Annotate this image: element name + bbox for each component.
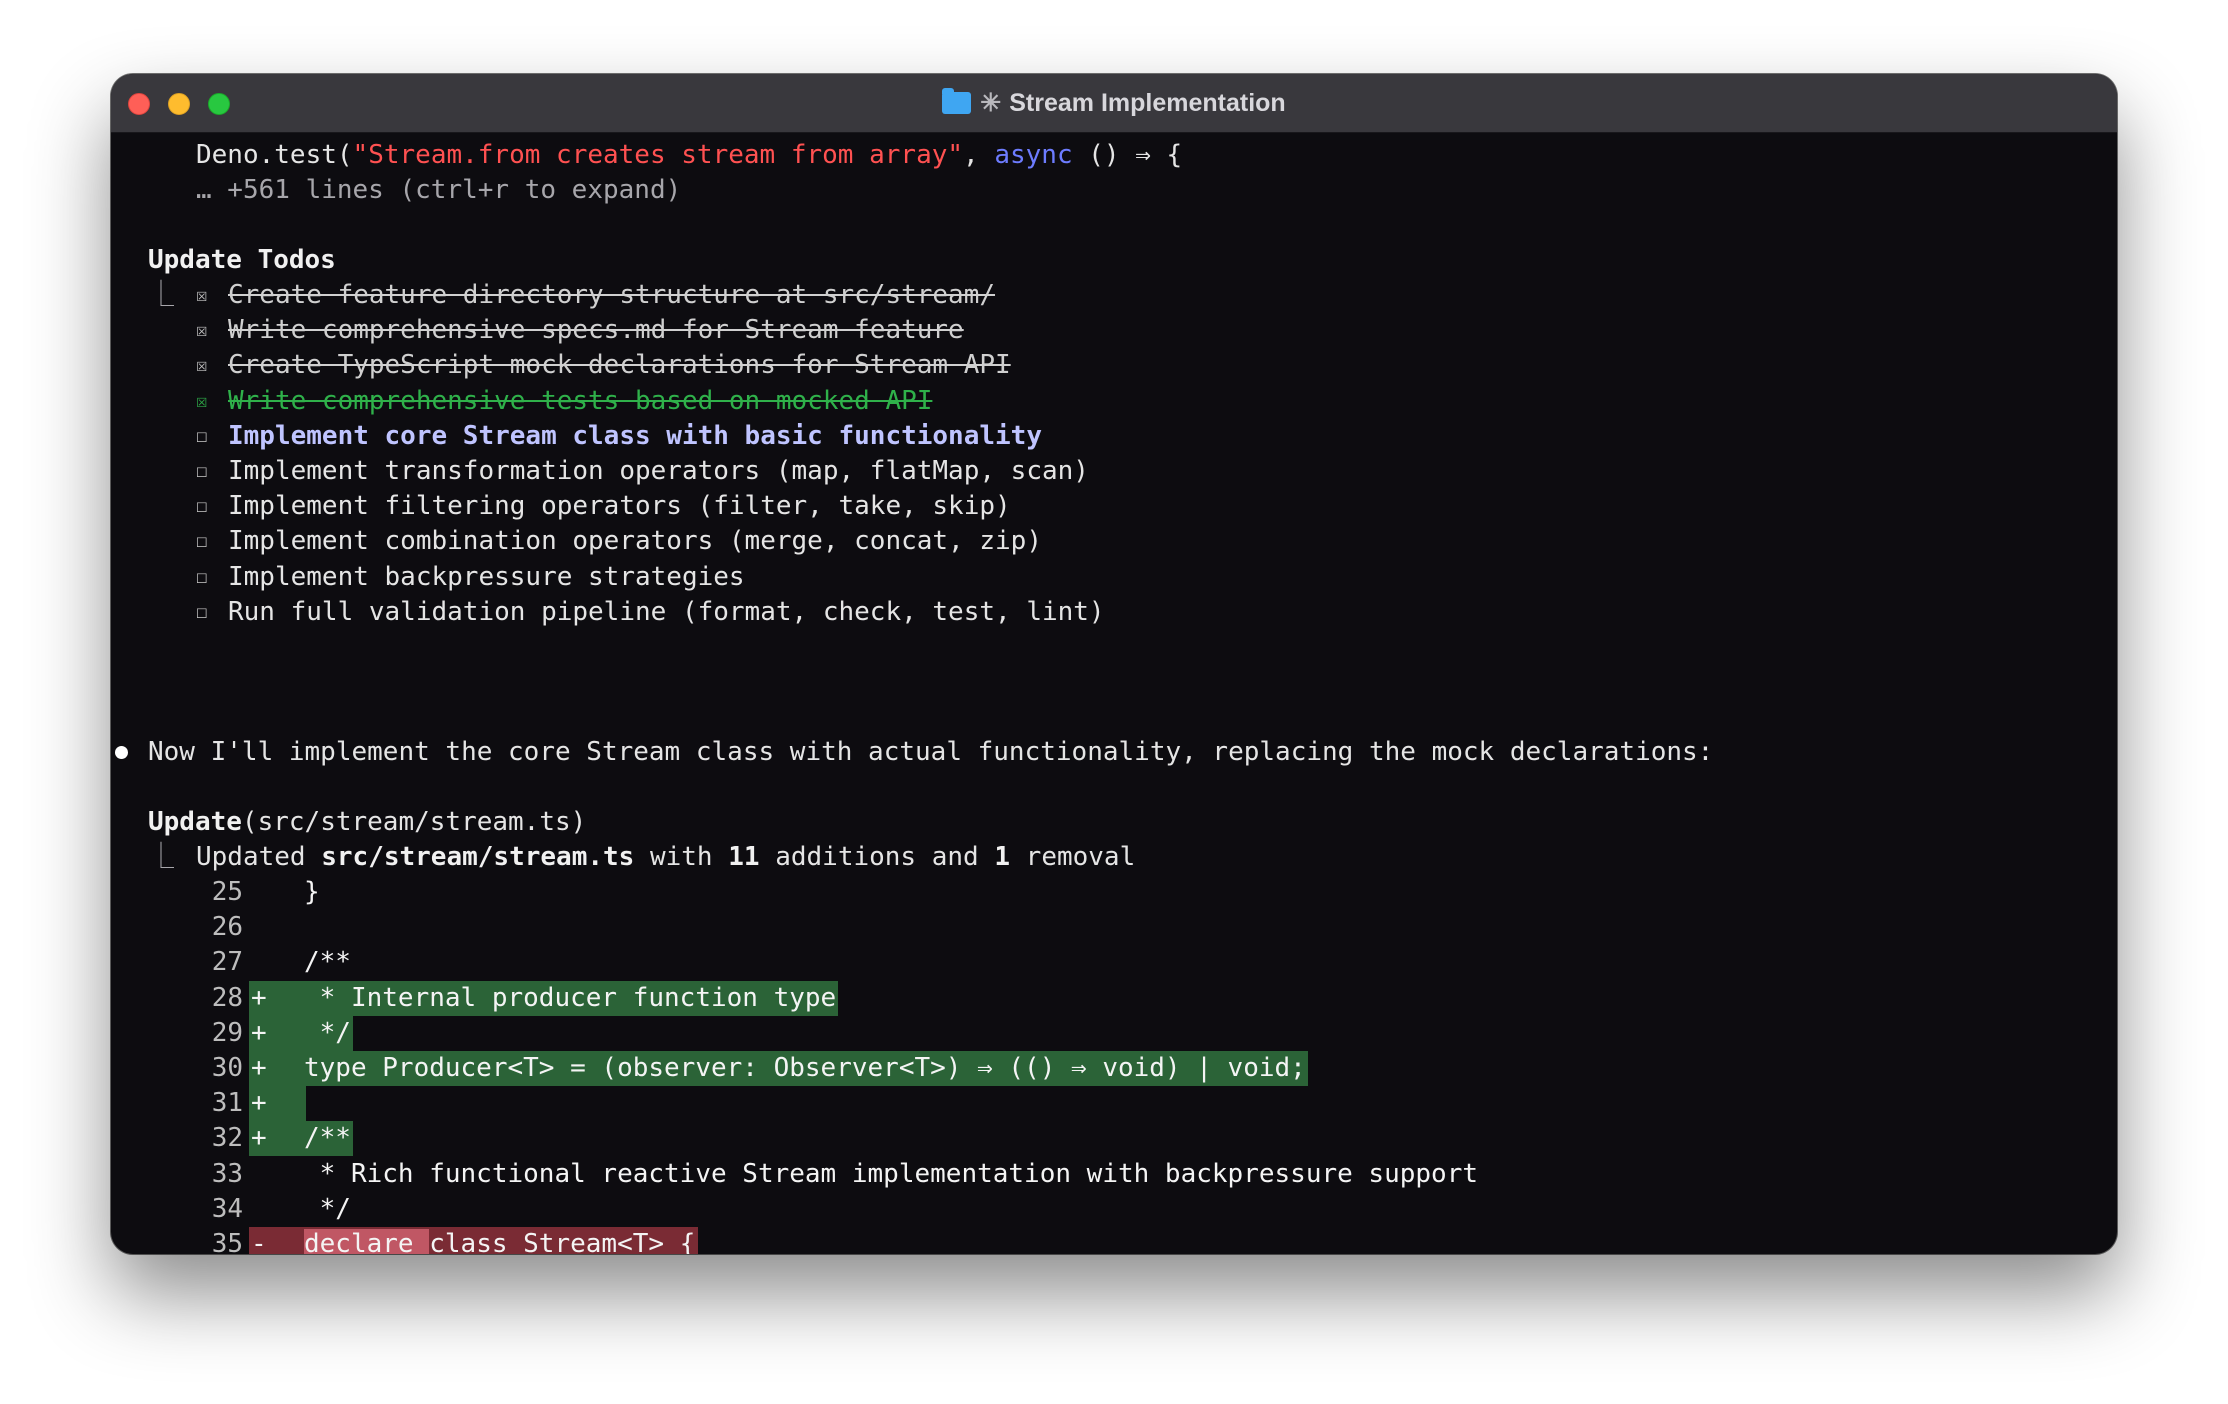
todo-checkbox-icon: ☐: [196, 530, 208, 552]
diff-add-sign: +: [251, 1018, 267, 1048]
code-fn: Deno.test(: [196, 140, 353, 170]
todo-item-label: Run full validation pipeline (format, ch…: [228, 597, 1105, 627]
todo-checkbox-icon: ☐: [196, 495, 208, 517]
diff-code-text: * Rich functional reactive Stream implem…: [304, 1157, 1478, 1192]
removals-count: 1: [994, 842, 1011, 872]
tree-connector-icon: ⎿: [148, 280, 175, 310]
diff-line-number: 33: [211, 1159, 243, 1189]
todo-checkbox-icon: ☒: [196, 284, 208, 306]
diff-line-number: 28: [211, 983, 243, 1013]
todo-item-label: Create TypeScript mock declarations for …: [228, 350, 1011, 380]
activity-spinner-icon: ✳: [980, 89, 1002, 117]
diff-code-content: }: [304, 877, 320, 907]
summary-prefix: Updated: [196, 842, 322, 872]
todos-heading: Update Todos: [148, 245, 336, 275]
summary-with: with: [634, 842, 729, 872]
diff-line-number: 29: [211, 1018, 243, 1048]
window-title-text: Stream Implementation: [1009, 88, 1286, 117]
todo-item-label: Implement backpressure strategies: [228, 562, 745, 592]
diff-remove-sign: -: [251, 1229, 267, 1254]
window-title: ✳ Stream Implementation: [111, 74, 2117, 132]
tree-connector-icon: ⎿: [148, 842, 175, 872]
todo-item-label: Create feature directory structure at sr…: [228, 280, 996, 310]
code-keyword: async: [994, 140, 1073, 170]
todo-item-label: Implement filtering operators (filter, t…: [228, 491, 1011, 521]
diff-code-content: */: [304, 1018, 351, 1048]
diff-code-text: }: [304, 875, 320, 910]
diff-code-text: /**: [304, 1121, 351, 1156]
diff-add-sign: +: [251, 1123, 267, 1153]
todo-item-label: Write comprehensive specs.md for Stream …: [228, 315, 964, 345]
todo-checkbox-icon: ☒: [196, 390, 208, 412]
diff-line-number: 34: [211, 1194, 243, 1224]
diff-code-text: */: [304, 1192, 351, 1227]
diff-code-content: /**: [304, 947, 351, 977]
diff-line-number: 27: [211, 947, 243, 977]
updated-file: src/stream/stream.ts: [321, 842, 635, 872]
diff-removed-word: declare: [304, 1229, 430, 1254]
terminal-window: ✳ Stream Implementation Deno.test("Strea…: [111, 74, 2117, 1254]
todo-checkbox-icon: ☒: [196, 354, 208, 376]
diff-line-number: 35: [211, 1229, 243, 1254]
todo-checkbox-icon: ☐: [196, 460, 208, 482]
diff-code-content: * Internal producer function type: [304, 983, 837, 1013]
diff-add-sign: +: [251, 1053, 267, 1083]
removals-label: removal: [1010, 842, 1136, 872]
title-bar: ✳ Stream Implementation: [111, 74, 2117, 133]
todo-checkbox-icon: ☒: [196, 319, 208, 341]
code-string: "Stream.from creates stream from array": [352, 140, 964, 170]
diff-code-text: */: [304, 1016, 351, 1051]
message-bullet-icon: [115, 746, 128, 759]
code-tail: () ⇒ {: [1072, 140, 1183, 170]
diff-code-text: * Internal producer function type: [304, 981, 837, 1016]
diff-code-text: type Producer<T> = (observer: Observer<T…: [304, 1051, 1306, 1086]
todo-item-label: Implement transformation operators (map,…: [228, 456, 1089, 486]
code-preview-line: Deno.test("Stream.from creates stream fr…: [196, 138, 1182, 173]
diff-code-content: /**: [304, 1123, 351, 1153]
diff-line-number: 30: [211, 1053, 243, 1083]
diff-line-number: 25: [211, 877, 243, 907]
diff-code-content: type Producer<T> = (observer: Observer<T…: [304, 1053, 1306, 1083]
todo-item-label: Write comprehensive tests based on mocke…: [228, 386, 933, 416]
folder-icon: [942, 88, 972, 114]
todo-item-label: Implement core Stream class with basic f…: [228, 421, 1042, 451]
code-sep: ,: [963, 140, 995, 170]
update-tool-call: Update(src/stream/stream.ts): [148, 805, 586, 840]
diff-code-content: class Stream<T> {: [429, 1229, 696, 1254]
additions-count: 11: [728, 842, 760, 872]
tool-argument: (src/stream/stream.ts): [241, 807, 587, 837]
todo-item-label: Implement combination operators (merge, …: [228, 526, 1042, 556]
diff-line-number: 32: [211, 1123, 243, 1153]
diff-code-text: declare class Stream<T> {: [304, 1227, 695, 1254]
diff-code-content: */: [304, 1194, 351, 1224]
additions-label: additions and: [759, 842, 995, 872]
diff-line-number: 26: [211, 912, 243, 942]
diff-add-sign: +: [251, 1088, 267, 1118]
terminal-content[interactable]: Deno.test("Stream.from creates stream fr…: [111, 132, 2117, 1254]
diff-line-number: 31: [211, 1088, 243, 1118]
todo-checkbox-icon: ☐: [196, 425, 208, 447]
diff-code-content: * Rich functional reactive Stream implem…: [304, 1159, 1478, 1189]
todo-checkbox-icon: ☐: [196, 601, 208, 623]
todo-checkbox-icon: ☐: [196, 566, 208, 588]
tool-name: Update: [148, 807, 242, 837]
update-summary: Updated src/stream/stream.ts with 11 add…: [196, 840, 1135, 875]
assistant-message: Now I'll implement the core Stream class…: [148, 737, 1714, 767]
diff-add-sign: +: [251, 983, 267, 1013]
diff-code-text: /**: [304, 945, 351, 980]
collapsed-lines-hint[interactable]: … +561 lines (ctrl+r to expand): [196, 173, 681, 208]
